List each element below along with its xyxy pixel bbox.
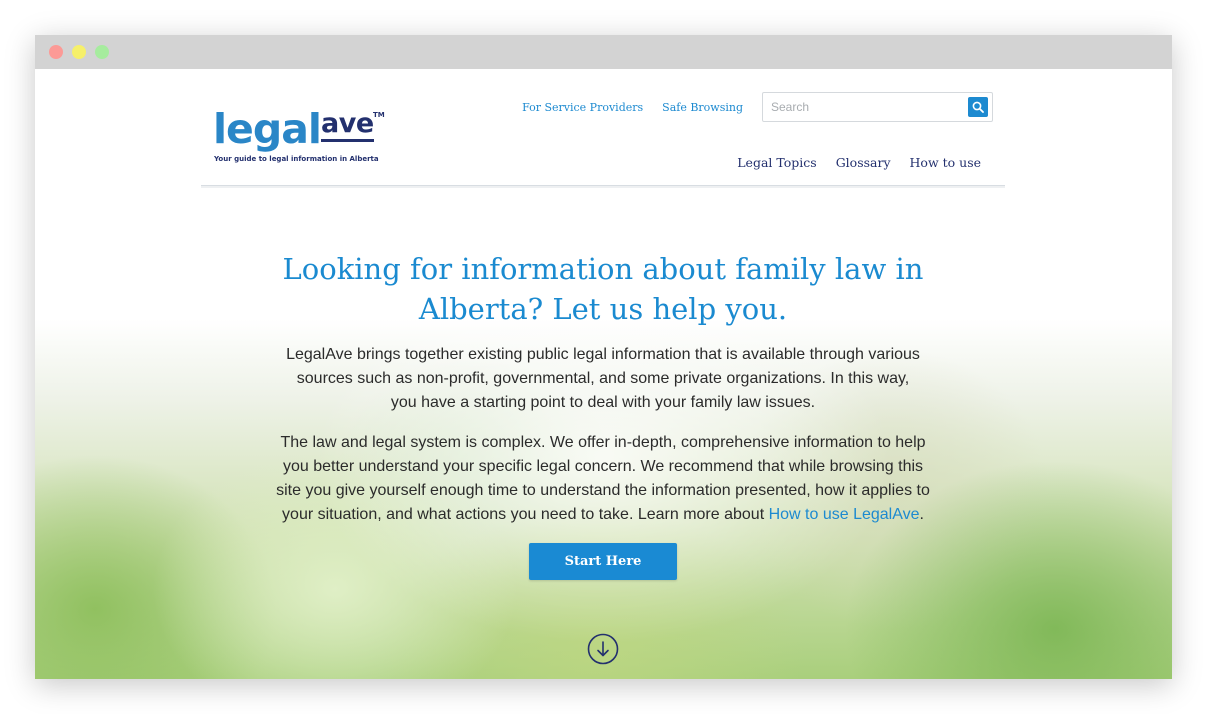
- window-titlebar: [35, 35, 1172, 69]
- search-icon: [972, 101, 984, 113]
- link-for-service-providers[interactable]: For Service Providers: [522, 101, 643, 114]
- logo-wordmark-legal: legal: [213, 105, 322, 153]
- maximize-window-button[interactable]: [95, 45, 109, 59]
- main-nav: Legal Topics Glossary How to use: [737, 155, 981, 170]
- minimize-window-button[interactable]: [72, 45, 86, 59]
- search-input[interactable]: [763, 93, 958, 121]
- link-safe-browsing[interactable]: Safe Browsing: [662, 101, 743, 114]
- intro-paragraph: LegalAve brings together existing public…: [286, 346, 920, 411]
- nav-how-to-use[interactable]: How to use: [910, 155, 981, 170]
- scroll-down-button[interactable]: [587, 633, 619, 665]
- hero-title: Looking for information about family law…: [282, 252, 924, 326]
- search-box: [762, 92, 993, 122]
- web-page: legal ave TM Your guide to legal informa…: [35, 69, 1172, 679]
- how-to-use-link[interactable]: How to use LegalAve: [769, 506, 920, 523]
- info-paragraph: The law and legal system is complex. We …: [276, 434, 930, 523]
- search-button[interactable]: [968, 97, 988, 117]
- nav-legal-topics[interactable]: Legal Topics: [737, 155, 816, 170]
- logo-trademark: TM: [373, 111, 385, 119]
- utility-nav: For Service Providers Safe Browsing: [522, 101, 743, 114]
- arrow-down-circle-icon: [587, 633, 619, 665]
- start-here-button[interactable]: Start Here: [529, 543, 677, 580]
- site-logo[interactable]: legal ave TM Your guide to legal informa…: [213, 105, 403, 171]
- site-header: legal ave TM Your guide to legal informa…: [201, 69, 1005, 186]
- nav-glossary[interactable]: Glossary: [836, 155, 891, 170]
- browser-window: legal ave TM Your guide to legal informa…: [35, 35, 1172, 679]
- logo-wordmark-ave: ave: [321, 109, 374, 142]
- close-window-button[interactable]: [49, 45, 63, 59]
- logo-tagline: Your guide to legal information in Alber…: [214, 155, 379, 163]
